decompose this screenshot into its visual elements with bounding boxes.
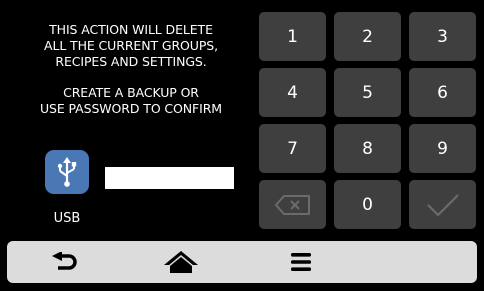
- key-4[interactable]: 4: [259, 68, 326, 117]
- backspace-icon: [274, 194, 310, 215]
- menu-icon: [291, 253, 311, 271]
- warning-line: ALL THE CURRENT GROUPS,: [44, 38, 218, 53]
- key-5[interactable]: 5: [334, 68, 401, 117]
- key-8[interactable]: 8: [334, 124, 401, 173]
- back-arrow-icon: [52, 252, 77, 270]
- key-2[interactable]: 2: [334, 12, 401, 61]
- key-1[interactable]: 1: [259, 12, 326, 61]
- menu-button[interactable]: [261, 241, 341, 283]
- home-button[interactable]: [141, 241, 221, 283]
- key-0[interactable]: 0: [334, 180, 401, 229]
- bottom-navigation-bar: [7, 241, 477, 283]
- key-7[interactable]: 7: [259, 124, 326, 173]
- password-field[interactable]: [105, 167, 234, 189]
- key-6[interactable]: 6: [409, 68, 476, 117]
- warning-message: THIS ACTION WILL DELETE ALL THE CURRENT …: [12, 22, 250, 117]
- warning-line: RECIPES AND SETTINGS.: [55, 54, 207, 69]
- usb-backup-button[interactable]: [45, 150, 89, 194]
- numeric-keypad: 1 2 3 4 5 6 7 8 9 0: [259, 12, 476, 230]
- checkmark-icon: [426, 193, 459, 217]
- backspace-button[interactable]: [259, 180, 326, 229]
- key-3[interactable]: 3: [409, 12, 476, 61]
- warning-line: THIS ACTION WILL DELETE: [49, 22, 213, 37]
- home-icon: [164, 251, 198, 273]
- confirm-button[interactable]: [409, 180, 476, 229]
- warning-line: CREATE A BACKUP OR: [63, 85, 199, 100]
- usb-label: USB: [53, 211, 81, 226]
- warning-line: USE PASSWORD TO CONFIRM: [39, 101, 222, 116]
- usb-icon: [57, 157, 77, 187]
- screen: THIS ACTION WILL DELETE ALL THE CURRENT …: [0, 0, 484, 291]
- back-button[interactable]: [25, 241, 105, 283]
- key-9[interactable]: 9: [409, 124, 476, 173]
